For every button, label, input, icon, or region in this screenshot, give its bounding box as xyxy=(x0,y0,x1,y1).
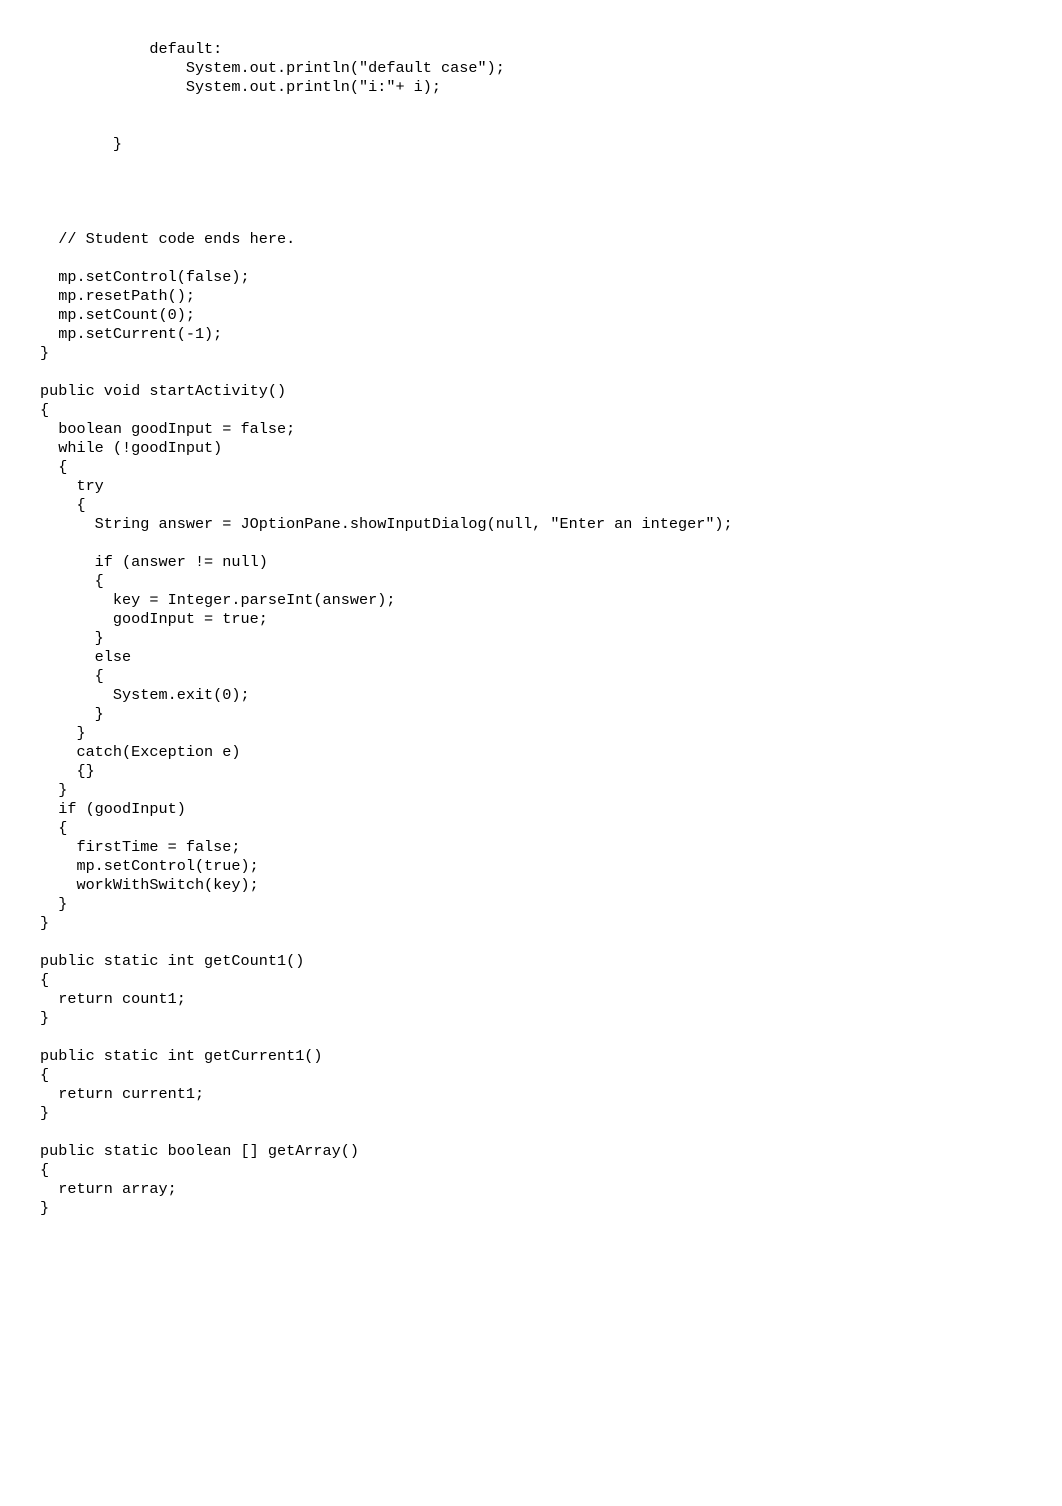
code-block: default: System.out.println("default cas… xyxy=(0,40,1062,1218)
document-page: default: System.out.println("default cas… xyxy=(0,0,1062,1506)
